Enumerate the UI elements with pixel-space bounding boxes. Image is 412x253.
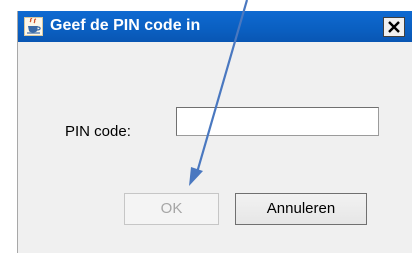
pin-code-input[interactable] xyxy=(176,107,379,136)
dialog-title: Geef de PIN code in xyxy=(50,17,201,34)
pin-code-label: PIN code: xyxy=(65,123,131,140)
close-button[interactable] xyxy=(383,17,405,37)
title-bar[interactable]: Geef de PIN code in xyxy=(18,11,412,42)
page: Geef de PIN code in PIN code: OK Annuler… xyxy=(0,0,412,253)
cancel-button[interactable]: Annuleren xyxy=(235,193,367,225)
java-coffee-icon xyxy=(24,17,43,36)
ok-button[interactable]: OK xyxy=(124,193,219,225)
close-x-icon xyxy=(388,21,400,33)
pin-dialog: Geef de PIN code in PIN code: OK Annuler… xyxy=(17,11,412,253)
